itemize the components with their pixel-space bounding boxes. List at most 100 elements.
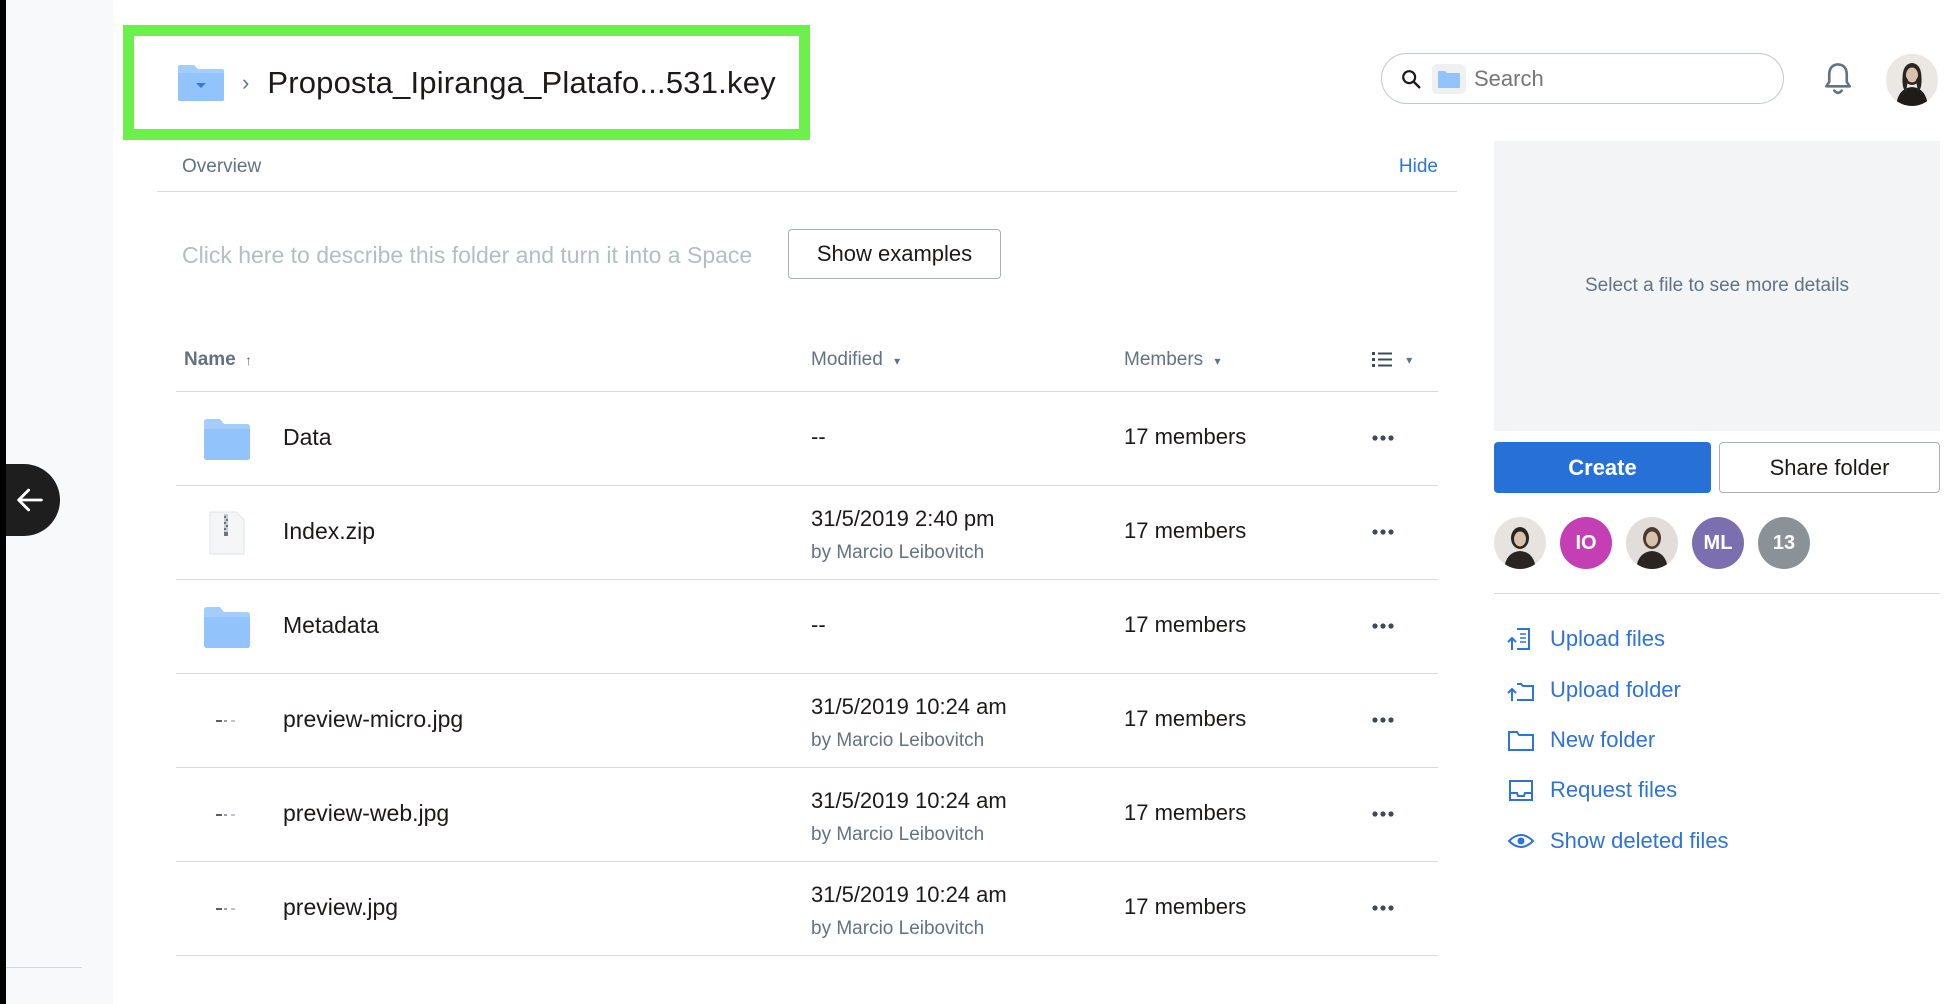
hide-overview-link[interactable]: Hide bbox=[1399, 156, 1438, 178]
modified-date: -- bbox=[811, 612, 826, 637]
zip-file-icon bbox=[202, 510, 252, 556]
table-row[interactable]: preview-web.jpg 31/5/2019 10:24 am by Marc… bbox=[176, 768, 1438, 862]
action-request-files[interactable]: Request files bbox=[1506, 765, 1729, 815]
upload-folder-icon bbox=[1506, 675, 1550, 705]
bell-icon[interactable] bbox=[1820, 60, 1856, 98]
list-view-icon bbox=[1372, 352, 1392, 367]
request-files-icon bbox=[1506, 775, 1550, 805]
chevron-right-icon: › bbox=[242, 69, 250, 95]
members-count[interactable]: 17 members bbox=[1124, 706, 1246, 732]
column-header-name-label: Name bbox=[184, 349, 236, 370]
table-row[interactable]: Metadata -- 17 members bbox=[176, 580, 1438, 674]
modified-by: by Marcio Leibovitch bbox=[811, 730, 985, 751]
more-options-icon[interactable] bbox=[1366, 710, 1400, 730]
member-avatar-initials[interactable]: ML bbox=[1692, 517, 1744, 569]
file-table: Name ↑ Modified ▾ Members ▾ ▾ Data -- 17 m… bbox=[176, 340, 1438, 956]
more-options-icon[interactable] bbox=[1366, 804, 1400, 824]
user-avatar[interactable] bbox=[1886, 54, 1938, 106]
members-count[interactable]: 17 members bbox=[1124, 424, 1246, 450]
app-window: › Proposta_Ipiranga_Platafo...531.key Ov… bbox=[6, 0, 1952, 1004]
search-input[interactable] bbox=[1474, 65, 1754, 92]
folder-description-input[interactable]: Click here to describe this folder and t… bbox=[182, 242, 752, 269]
folder-icon bbox=[202, 416, 252, 462]
folder-dropdown-icon[interactable] bbox=[176, 63, 226, 103]
caret-down-icon: ▾ bbox=[894, 354, 901, 368]
file-name[interactable]: preview-micro.jpg bbox=[283, 706, 463, 733]
create-button[interactable]: Create bbox=[1494, 442, 1711, 493]
search-icon bbox=[1402, 69, 1421, 88]
view-options-button[interactable]: ▾ bbox=[1371, 348, 1412, 370]
more-members-badge[interactable]: 13 bbox=[1758, 517, 1810, 569]
upload-files-icon bbox=[1506, 624, 1550, 654]
sidebar-divider bbox=[6, 967, 82, 968]
modified-date: 31/5/2019 10:24 am bbox=[811, 882, 1007, 907]
column-header-modified-label: Modified bbox=[811, 349, 883, 370]
members-count[interactable]: 17 members bbox=[1124, 894, 1246, 920]
column-header-name[interactable]: Name ↑ bbox=[184, 349, 252, 371]
members-count[interactable]: 17 members bbox=[1124, 800, 1246, 826]
arrow-up-icon: ↑ bbox=[245, 352, 253, 368]
action-show-deleted-files[interactable]: Show deleted files bbox=[1506, 816, 1729, 866]
show-examples-button[interactable]: Show examples bbox=[788, 229, 1001, 279]
action-label: New folder bbox=[1550, 726, 1656, 752]
search-box[interactable] bbox=[1381, 53, 1784, 104]
breadcrumb: › Proposta_Ipiranga_Platafo...531.key bbox=[123, 25, 810, 140]
action-label: Upload files bbox=[1550, 626, 1665, 652]
members-count[interactable]: 17 members bbox=[1124, 612, 1246, 638]
overview-bar: Overview Hide bbox=[157, 152, 1457, 192]
more-options-icon[interactable] bbox=[1366, 428, 1400, 448]
column-header-modified[interactable]: Modified ▾ bbox=[811, 349, 900, 371]
column-header-members[interactable]: Members ▾ bbox=[1124, 349, 1221, 371]
modified-date: -- bbox=[811, 424, 826, 449]
member-avatar-initials[interactable]: IO bbox=[1560, 517, 1612, 569]
details-panel: Select a file to see more details bbox=[1494, 141, 1940, 431]
more-options-icon[interactable] bbox=[1366, 898, 1400, 918]
new-folder-icon bbox=[1506, 725, 1550, 755]
table-row[interactable]: preview-micro.jpg 31/5/2019 10:24 am by Ma… bbox=[176, 674, 1438, 768]
file-name[interactable]: Metadata bbox=[283, 612, 379, 639]
action-new-folder[interactable]: New folder bbox=[1506, 715, 1729, 765]
file-name[interactable]: preview-web.jpg bbox=[283, 800, 449, 827]
table-row[interactable]: Data -- 17 members bbox=[176, 392, 1438, 486]
modified-date: 31/5/2019 10:24 am bbox=[811, 788, 1007, 813]
avatar-photo-icon bbox=[1886, 54, 1938, 106]
arrow-left-icon bbox=[17, 488, 43, 512]
column-header-members-label: Members bbox=[1124, 349, 1204, 370]
share-folder-button[interactable]: Share folder bbox=[1719, 442, 1940, 493]
member-avatar-photo[interactable] bbox=[1494, 517, 1546, 569]
caret-down-icon: ▾ bbox=[1406, 353, 1413, 368]
image-thumbnail-icon bbox=[202, 886, 252, 932]
members-count[interactable]: 17 members bbox=[1124, 518, 1246, 544]
more-options-icon[interactable] bbox=[1366, 522, 1400, 542]
folder-icon bbox=[202, 604, 252, 650]
action-label: Show deleted files bbox=[1550, 827, 1729, 853]
table-row[interactable]: preview.jpg 31/5/2019 10:24 am by Marcio L… bbox=[176, 862, 1438, 956]
table-body: Data -- 17 members Index.zip 31/5/2019 2:40 … bbox=[176, 392, 1438, 956]
file-name[interactable]: Index.zip bbox=[283, 518, 375, 545]
caret-down-icon: ▾ bbox=[1214, 354, 1221, 368]
image-thumbnail-icon bbox=[202, 698, 252, 744]
image-thumbnail-icon bbox=[202, 792, 252, 838]
file-name[interactable]: preview.jpg bbox=[283, 894, 398, 921]
folder-actions: Upload files Upload folder New folder Reque… bbox=[1506, 614, 1729, 866]
panel-divider bbox=[1494, 593, 1940, 594]
avatar-photo-icon bbox=[1636, 527, 1668, 569]
modified-by: by Marcio Leibovitch bbox=[811, 918, 985, 939]
more-options-icon[interactable] bbox=[1366, 616, 1400, 636]
modified-date: 31/5/2019 10:24 am bbox=[811, 694, 1007, 719]
modified-by: by Marcio Leibovitch bbox=[811, 824, 985, 845]
member-avatar-photo[interactable] bbox=[1626, 517, 1678, 569]
folder-scope-icon bbox=[1432, 63, 1466, 94]
table-row[interactable]: Index.zip 31/5/2019 2:40 pm by Marcio Leib… bbox=[176, 486, 1438, 580]
action-label: Upload folder bbox=[1550, 676, 1681, 702]
action-label: Request files bbox=[1550, 777, 1678, 803]
avatar-photo-icon bbox=[1504, 527, 1536, 569]
page-title[interactable]: Proposta_Ipiranga_Platafo...531.key bbox=[267, 65, 776, 101]
action-upload-folder[interactable]: Upload folder bbox=[1506, 664, 1729, 714]
action-upload-files[interactable]: Upload files bbox=[1506, 614, 1729, 664]
overview-label: Overview bbox=[182, 156, 262, 177]
table-header: Name ↑ Modified ▾ Members ▾ ▾ bbox=[176, 340, 1438, 392]
modified-date: 31/5/2019 2:40 pm bbox=[811, 506, 995, 531]
file-name[interactable]: Data bbox=[283, 424, 332, 451]
modified-by: by Marcio Leibovitch bbox=[811, 542, 985, 563]
